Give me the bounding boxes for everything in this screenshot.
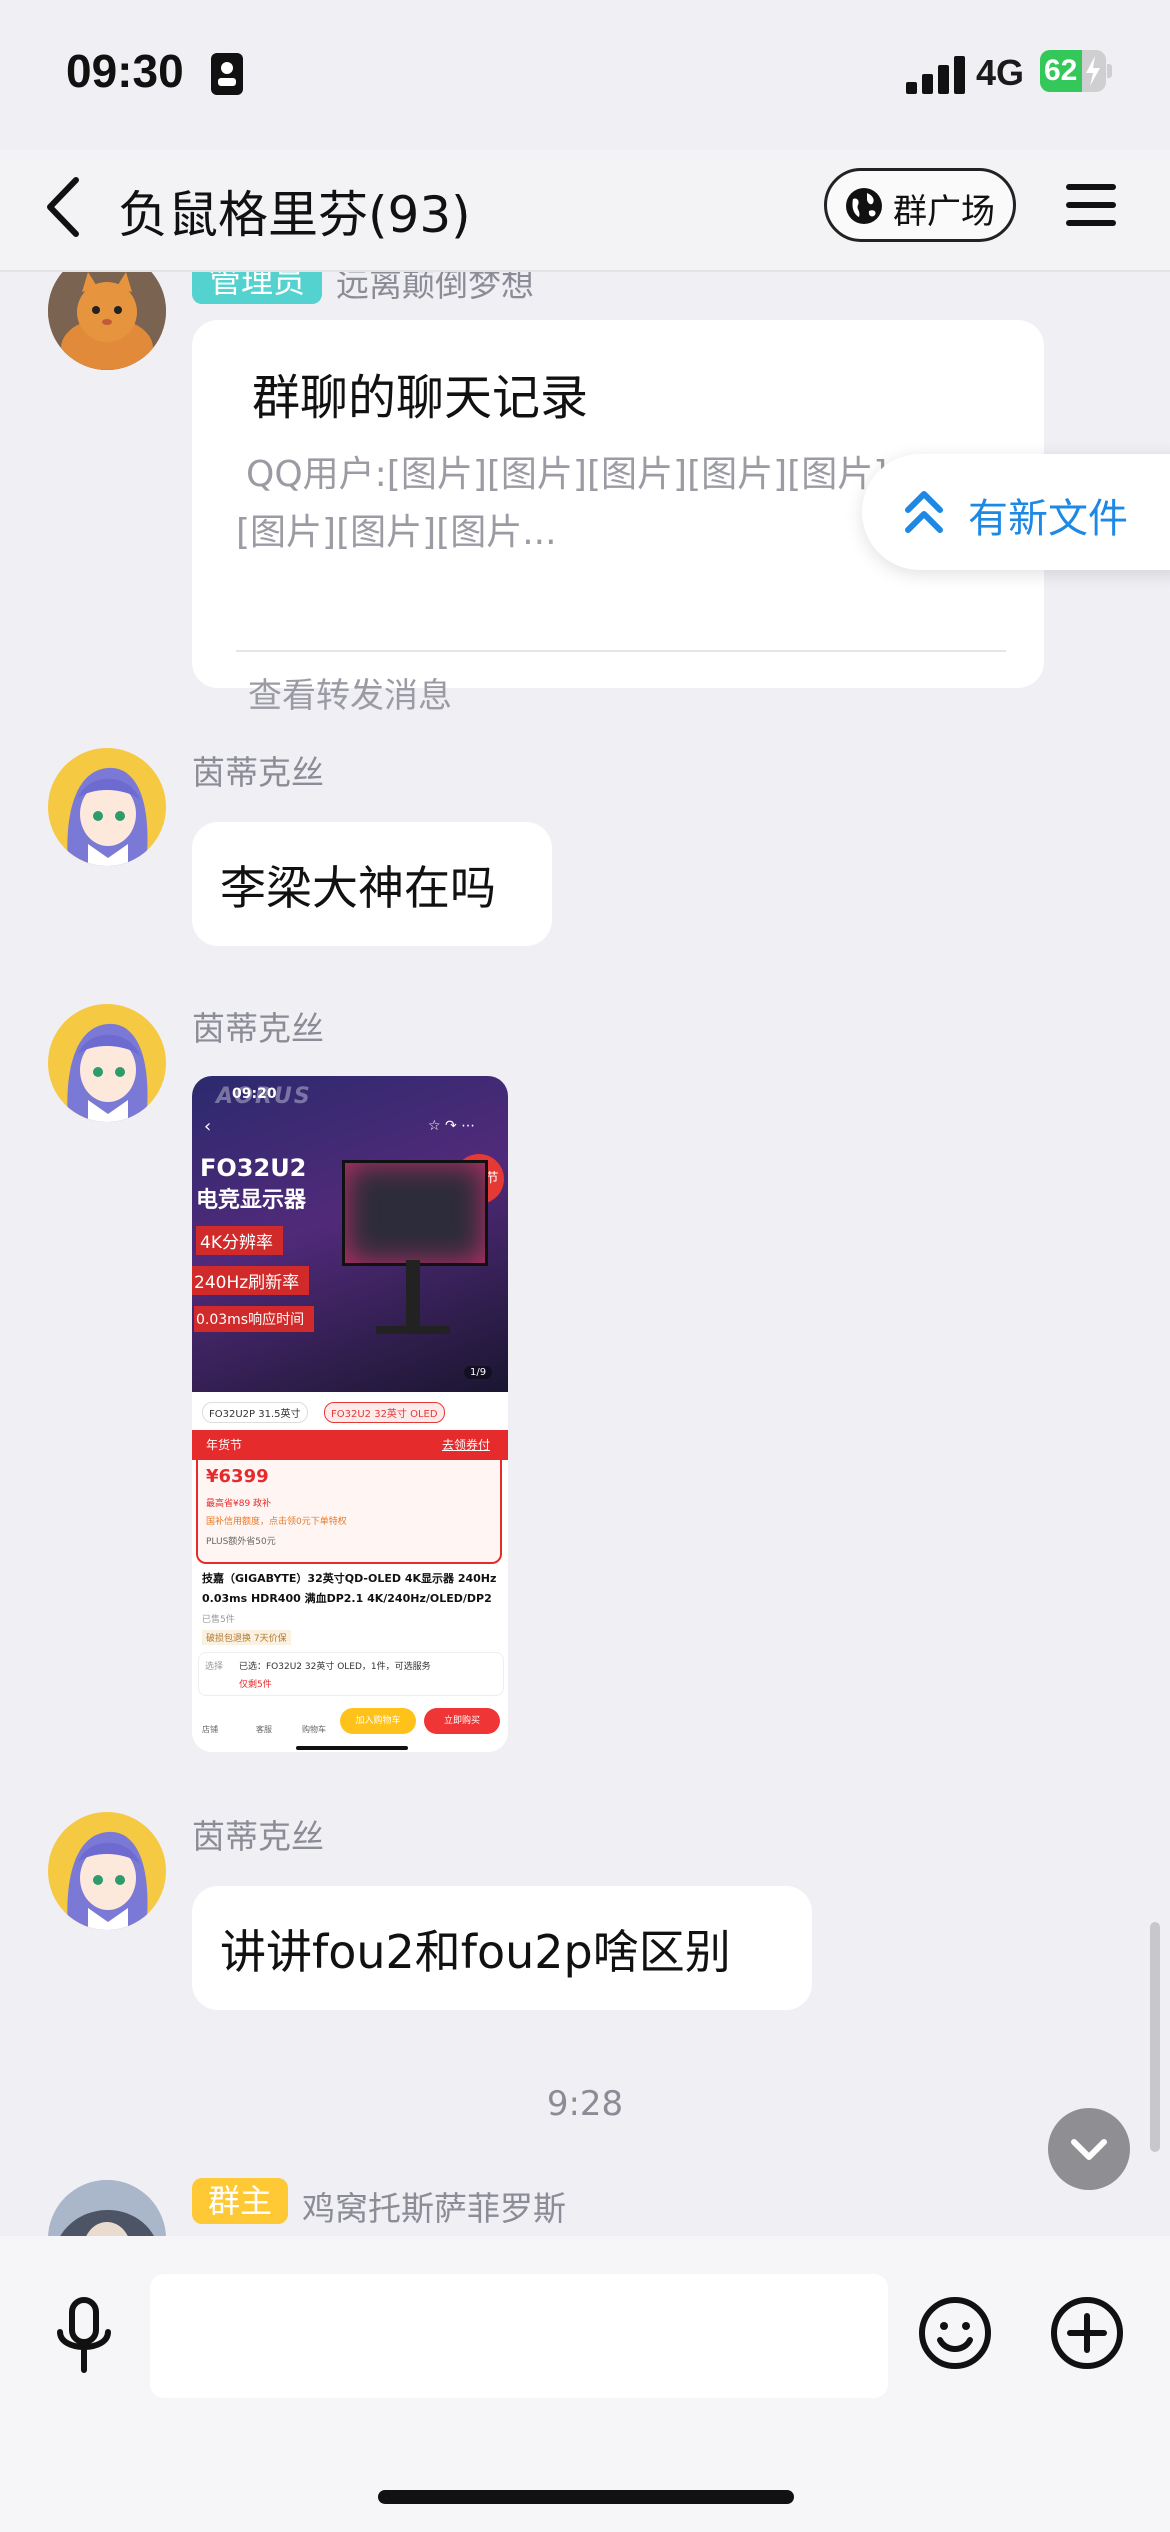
avatar-indecs[interactable] — [48, 748, 166, 866]
cat-avatar-image — [48, 272, 166, 370]
time-divider: 9:28 — [546, 2084, 624, 2124]
variant-row: FO32U2P 31.5英寸 FO32U2 32英寸 OLED — [192, 1392, 508, 1430]
avatar-admin[interactable] — [48, 272, 166, 370]
share-icon: ☆ ↷ ⋯ — [428, 1118, 476, 1134]
forwarded-card-title: 群聊的聊天记录 — [252, 370, 589, 426]
avatar-indecs[interactable] — [48, 1812, 166, 1930]
scrollbar[interactable] — [1150, 1922, 1160, 2152]
stock-note: 仅剩5件 — [239, 1680, 272, 1690]
battery-level: 62 — [1044, 54, 1078, 87]
status-time: 09:30 — [66, 45, 184, 97]
sender-name: 远离颠倒梦想 — [336, 272, 534, 304]
message-input[interactable] — [150, 2274, 888, 2398]
chevron-down-icon — [1071, 2139, 1107, 2160]
feature-tag: 4K分辨率 — [196, 1226, 283, 1255]
sender-name: 茵蒂克丝 — [192, 753, 324, 792]
sold-count: 已售5件 — [202, 1615, 235, 1625]
admin-badge: 管理员 — [192, 272, 322, 304]
cart-tab: 购物车 — [302, 1725, 326, 1734]
product-subtitle: 电竞显示器 — [196, 1188, 307, 1213]
scroll-to-bottom-button[interactable] — [1048, 2108, 1130, 2190]
product-description: 技嘉（GIGABYTE）32英寸QD-OLED 4K显示器 240Hz — [202, 1572, 497, 1585]
product-model: FO32U2 — [200, 1154, 307, 1182]
warranty-tag: 破损包退换 7天价保 — [202, 1630, 291, 1645]
feature-tag: 240Hz刷新率 — [192, 1266, 310, 1295]
buy-now-button: 立即购买 — [424, 1708, 500, 1734]
feature-tag: 0.03ms响应时间 — [194, 1306, 315, 1332]
id-card-icon — [211, 53, 243, 95]
network-type: 4G — [976, 52, 1025, 93]
double-chevron-up-icon — [905, 491, 943, 533]
page-indicator: 1/9 — [464, 1366, 493, 1379]
plus-icon[interactable] — [1050, 2296, 1124, 2370]
owner-badge: 群主 — [192, 2178, 288, 2224]
new-file-label: 有新文件 — [968, 496, 1128, 542]
select-label: 选择 — [205, 1662, 224, 1672]
divider — [236, 650, 1006, 652]
price-note: 最高省¥89 政补 — [206, 1499, 272, 1509]
new-file-notice[interactable]: 有新文件 — [862, 454, 1170, 570]
back-arrow-icon[interactable] — [40, 172, 90, 242]
promo-bar: 年货节 去领券付 — [192, 1430, 508, 1460]
emoji-icon[interactable] — [918, 2296, 992, 2370]
product-action-bar: 店铺 客服 购物车 加入购物车 立即购买 — [192, 1700, 508, 1752]
service-tab: 客服 — [256, 1725, 272, 1734]
anime-girl-avatar-image — [48, 1004, 166, 1122]
globe-icon — [846, 188, 882, 224]
variant-option: FO32U2 32英寸 OLED — [324, 1402, 445, 1423]
shop-tab: 店铺 — [202, 1725, 218, 1734]
message-bubble[interactable]: 李梁大神在吗 — [192, 822, 552, 946]
message-text: 讲讲fou2和fou2p啥区别 — [220, 1925, 731, 1979]
group-title: 负鼠格里芬(93) — [118, 186, 471, 244]
selection-panel: 选择 已选：FO32U2 32英寸 OLED，1件，可选服务 仅剩5件 — [198, 1652, 504, 1696]
menu-icon[interactable] — [1064, 180, 1118, 230]
microphone-icon[interactable] — [50, 2296, 118, 2376]
group-plaza-button[interactable]: 群广场 — [824, 168, 1016, 242]
price-panel: ¥6399 最高省¥89 政补 国补信用额度，点击领0元下单特权 PLUS额外省… — [196, 1460, 502, 1564]
promo-label: 年货节 — [206, 1438, 243, 1452]
monitor-image — [342, 1160, 488, 1266]
home-indicator — [296, 1746, 408, 1750]
price-note: 国补信用额度，点击领0元下单特权 — [206, 1517, 347, 1527]
charging-bolt-icon — [1086, 56, 1100, 86]
view-forwarded-link[interactable]: 查看转发消息 — [248, 668, 452, 717]
sender-name: 茵蒂克丝 — [192, 1817, 324, 1856]
anime-girl-avatar-image — [48, 748, 166, 866]
brand-logo: AORUS — [216, 1084, 312, 1109]
avatar-owner[interactable] — [48, 2180, 166, 2237]
product-description: 0.03ms HDR400 满血DP2.1 4K/240Hz/OLED/DP2 — [202, 1592, 492, 1605]
sender-name: 茵蒂克丝 — [192, 1009, 324, 1048]
product-price: ¥6399 — [206, 1466, 269, 1487]
image-message[interactable]: 09:20 AORUS ‹ ☆ ↷ ⋯ FO32U2 电竞显示器 4K分辨率 2… — [192, 1076, 508, 1752]
back-icon: ‹ — [204, 1116, 212, 1137]
selected-option: 已选：FO32U2 32英寸 OLED，1件，可选服务 — [239, 1662, 431, 1672]
promo-link: 去领券付 — [442, 1438, 491, 1452]
price-note: PLUS额外省50元 — [206, 1537, 276, 1547]
product-hero-image: 09:20 AORUS ‹ ☆ ↷ ⋯ FO32U2 电竞显示器 4K分辨率 2… — [192, 1076, 508, 1392]
cellular-signal-icon — [906, 56, 965, 94]
home-indicator — [378, 2490, 794, 2504]
avatar-indecs[interactable] — [48, 1004, 166, 1122]
sender-name: 鸡窝托斯萨菲罗斯 — [302, 2189, 566, 2228]
anime-girl-avatar-image — [48, 1812, 166, 1930]
monitor-stand — [406, 1260, 420, 1330]
monitor-base — [376, 1326, 450, 1334]
message-text: 李梁大神在吗 — [220, 861, 496, 915]
variant-option: FO32U2P 31.5英寸 — [202, 1402, 308, 1423]
message-bubble[interactable]: 讲讲fou2和fou2p啥区别 — [192, 1886, 812, 2010]
group-plaza-label: 群广场 — [893, 192, 995, 232]
owner-avatar-image — [48, 2180, 166, 2237]
battery-indicator: 62 — [1040, 50, 1112, 92]
add-to-cart-button: 加入购物车 — [340, 1708, 416, 1734]
